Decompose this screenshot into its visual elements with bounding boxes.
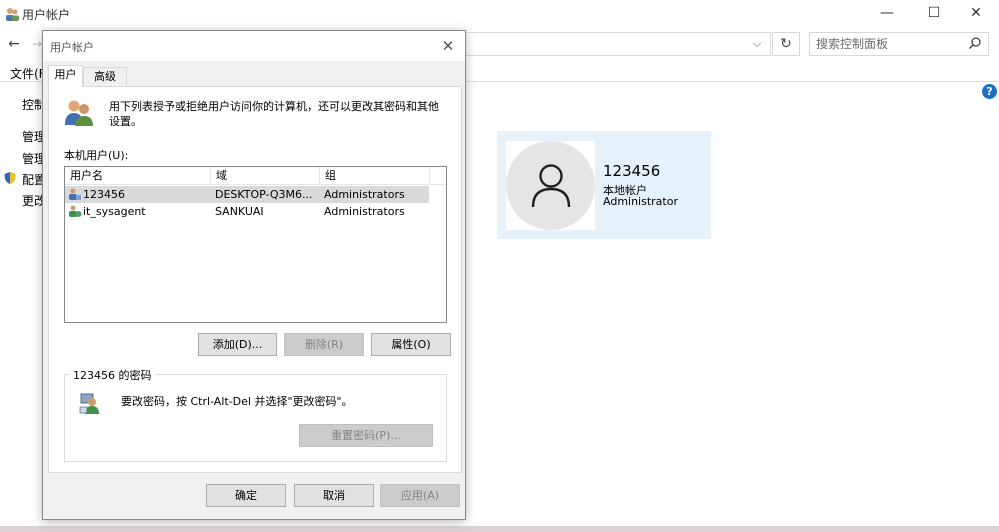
user-accounts-icon [6, 8, 19, 21]
address-dropdown-icon[interactable]: ⌵ [748, 34, 766, 54]
remove-user-button[interactable]: 删除(R) [284, 333, 364, 356]
tab-users[interactable]: 用户 [48, 65, 83, 87]
tab-advanced[interactable]: 高级 [83, 67, 127, 87]
add-user-button[interactable]: 添加(D)... [198, 333, 277, 356]
password-user-icon [79, 393, 99, 414]
cell-username: 123456 [83, 188, 125, 201]
column-header-group[interactable]: 组 [320, 167, 430, 185]
apply-button[interactable]: 应用(A) [380, 484, 460, 507]
password-group: 123456 的密码 要改密码，按 Ctrl-Alt-Del 并选择"更改密码"… [64, 367, 447, 462]
column-header-username[interactable]: 用户名 [65, 167, 211, 185]
avatar [506, 141, 595, 230]
dialog-title: 用户帐户 [50, 41, 94, 54]
user-tile: 123456 本地帐户 Administrator [497, 131, 711, 239]
users-tab-panel: 用下列表授予或拒绝用户访问你的计算机，还可以更改其密码和其他设置。 本机用户(U… [48, 86, 462, 473]
maximize-button[interactable]: ☐ [911, 0, 957, 28]
table-row[interactable]: 123456 DESKTOP-Q3M6... Administrators [65, 186, 429, 203]
users-list[interactable]: 用户名 域 组 123456 DESKTOP-Q3M6... Administr… [64, 166, 447, 323]
reset-password-button[interactable]: 重置密码(P)... [299, 424, 433, 447]
intro-text: 用下列表授予或拒绝用户访问你的计算机，还可以更改其密码和其他设置。 [109, 100, 439, 128]
minimize-button[interactable]: — [864, 0, 910, 28]
close-window-button[interactable]: ✕ [953, 0, 999, 28]
window-titlebar: 用户帐户 — ☐ ✕ [0, 0, 999, 28]
window-title: 用户帐户 [22, 8, 71, 22]
table-row[interactable]: it_sysagent SANKUAI Administrators [65, 203, 429, 220]
cell-domain: SANKUAI [215, 205, 264, 218]
address-bar[interactable] [464, 32, 771, 56]
list-header: 用户名 域 组 [65, 167, 446, 185]
refresh-button[interactable]: ↻ [772, 32, 800, 56]
person-icon [531, 164, 571, 208]
user-row-icon [69, 188, 81, 200]
dialog-close-button[interactable]: ✕ [437, 35, 459, 57]
shield-icon [4, 172, 16, 184]
dialog-titlebar: 用户帐户 ✕ [43, 31, 465, 61]
search-box[interactable] [809, 32, 989, 56]
back-button[interactable]: ← [4, 34, 24, 54]
help-icon[interactable]: ? [982, 84, 997, 99]
users-icon [65, 100, 93, 126]
cancel-button[interactable]: 取消 [294, 484, 374, 507]
properties-button[interactable]: 属性(O) [371, 333, 451, 356]
cell-domain: DESKTOP-Q3M6... [215, 188, 313, 201]
column-header-domain[interactable]: 域 [211, 167, 320, 185]
cell-username: it_sysagent [83, 205, 146, 218]
search-input[interactable] [810, 33, 960, 55]
local-users-label: 本机用户(U): [64, 149, 129, 162]
cell-group: Administrators [324, 205, 405, 218]
search-icon[interactable] [968, 36, 982, 50]
tile-user-name: 123456 [603, 162, 661, 180]
password-group-legend: 123456 的密码 [70, 367, 155, 383]
domain-user-row-icon [69, 205, 82, 217]
password-instructions: 要改密码，按 Ctrl-Alt-Del 并选择"更改密码"。 [121, 395, 353, 408]
user-accounts-dialog: 用户帐户 ✕ 用户 高级 用下列表授予或拒绝用户访问你的计算机，还可以更改其密码… [42, 30, 466, 520]
taskbar-strip [0, 526, 999, 532]
ok-button[interactable]: 确定 [206, 484, 286, 507]
cell-group: Administrators [324, 188, 405, 201]
tile-account-role: Administrator [603, 195, 678, 208]
